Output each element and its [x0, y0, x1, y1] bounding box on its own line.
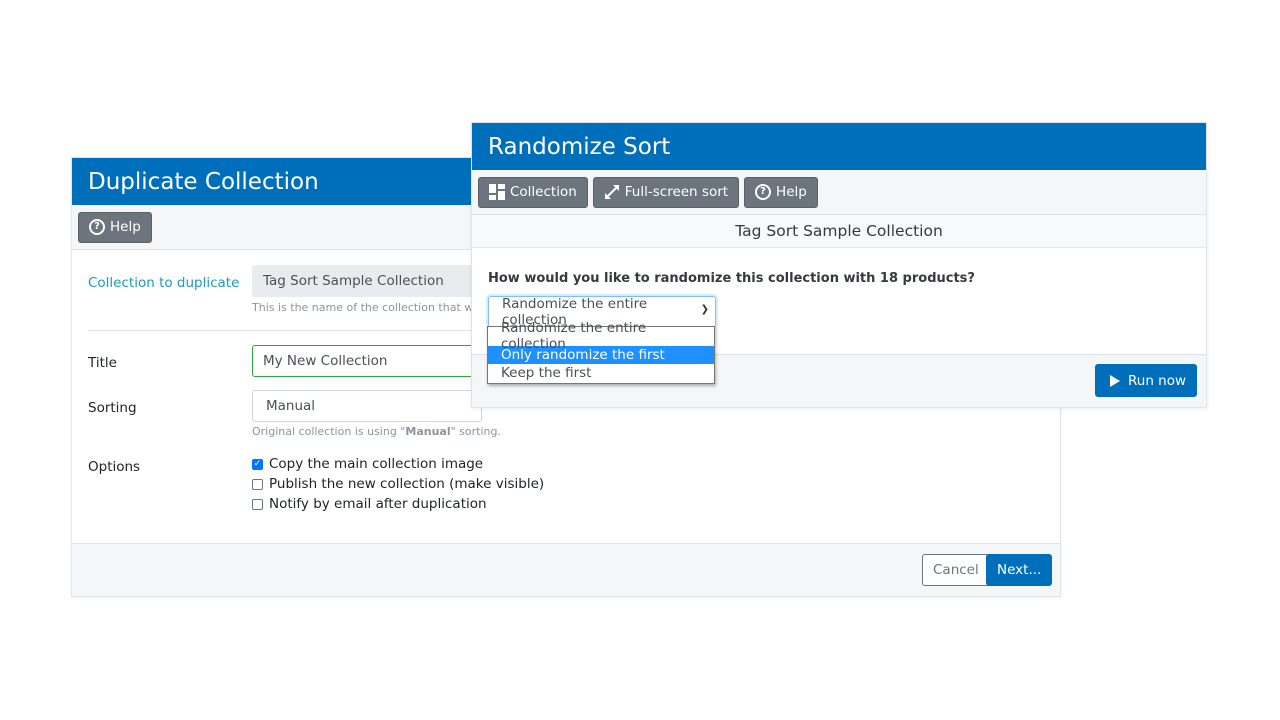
sorting-help: Original collection is using "Manual" so…: [252, 425, 501, 438]
collection-to-duplicate-field: Tag Sort Sample Collection: [252, 265, 482, 297]
sorting-help-suffix: " sorting.: [450, 425, 501, 438]
option-notify-email[interactable]: Notify by email after duplication: [252, 496, 487, 512]
sorting-help-strong: Manual: [405, 425, 451, 438]
collection-button-label: Collection: [510, 184, 577, 200]
duplicate-footer: Cancel Next...: [72, 543, 1060, 596]
duplicate-help-button[interactable]: ? Help: [78, 211, 152, 243]
next-button[interactable]: Next...: [986, 554, 1053, 586]
options-label-text: Options: [88, 459, 141, 475]
cancel-button[interactable]: Cancel: [922, 554, 990, 586]
collection-to-duplicate-help: This is the name of the collection that …: [252, 301, 483, 314]
randomize-toolbar: Collection Full-screen sort ? Help: [472, 170, 1206, 215]
full-screen-sort-label: Full-screen sort: [624, 184, 729, 200]
option-label: Publish the new collection (make visible…: [269, 476, 545, 492]
title-input[interactable]: My New Collection: [252, 345, 482, 377]
title-label-text: Title: [88, 355, 117, 371]
option-label: Notify by email after duplication: [269, 496, 487, 512]
grid-icon: [489, 184, 505, 200]
run-now-button[interactable]: Run now: [1095, 364, 1198, 397]
dropdown-option[interactable]: Keep the first: [488, 364, 714, 383]
option-publish[interactable]: Publish the new collection (make visible…: [252, 476, 544, 492]
randomize-mode-dropdown: Randomize the entire collection Only ran…: [487, 320, 715, 384]
checkbox-unchecked-icon[interactable]: [252, 498, 263, 510]
collection-to-duplicate-value: Tag Sort Sample Collection: [263, 273, 444, 289]
dropdown-option[interactable]: Randomize the entire collection: [488, 320, 714, 352]
run-now-label: Run now: [1128, 372, 1187, 389]
randomize-question: How would you like to randomize this col…: [488, 271, 975, 286]
option-label: Copy the main collection image: [269, 456, 484, 472]
help-label: Help: [110, 219, 141, 235]
sorting-help-prefix: Original collection is using ": [252, 425, 406, 438]
question-circle-icon: ?: [755, 184, 772, 200]
question-circle-icon: ?: [89, 219, 105, 235]
sorting-select-value: Manual: [266, 398, 316, 414]
help-label: Help: [776, 184, 807, 200]
sorting-select[interactable]: Manual: [252, 390, 482, 422]
options-label: Options: [88, 456, 140, 475]
sorting-label-text: Sorting: [88, 400, 137, 416]
collection-to-duplicate-label: Collection to duplicate: [88, 272, 239, 291]
checkbox-unchecked-icon[interactable]: [252, 478, 263, 490]
sorting-label: Sorting: [88, 397, 137, 416]
option-copy-image[interactable]: ✓ Copy the main collection image: [252, 456, 483, 472]
play-icon: [1110, 374, 1120, 387]
checkbox-checked-icon[interactable]: ✓: [252, 458, 263, 470]
randomize-panel-title: Randomize Sort: [472, 123, 1206, 170]
randomize-help-button[interactable]: ? Help: [744, 176, 818, 208]
expand-arrows-icon: [604, 185, 619, 199]
chevron-down-icon: ❯: [700, 304, 709, 315]
collection-button[interactable]: Collection: [478, 176, 588, 208]
title-label: Title: [88, 352, 117, 371]
full-screen-sort-button[interactable]: Full-screen sort: [592, 176, 740, 208]
collection-name: Tag Sort Sample Collection: [472, 215, 1206, 248]
title-input-value: My New Collection: [263, 353, 388, 369]
collection-to-duplicate-text: Collection to duplicate: [88, 275, 240, 291]
